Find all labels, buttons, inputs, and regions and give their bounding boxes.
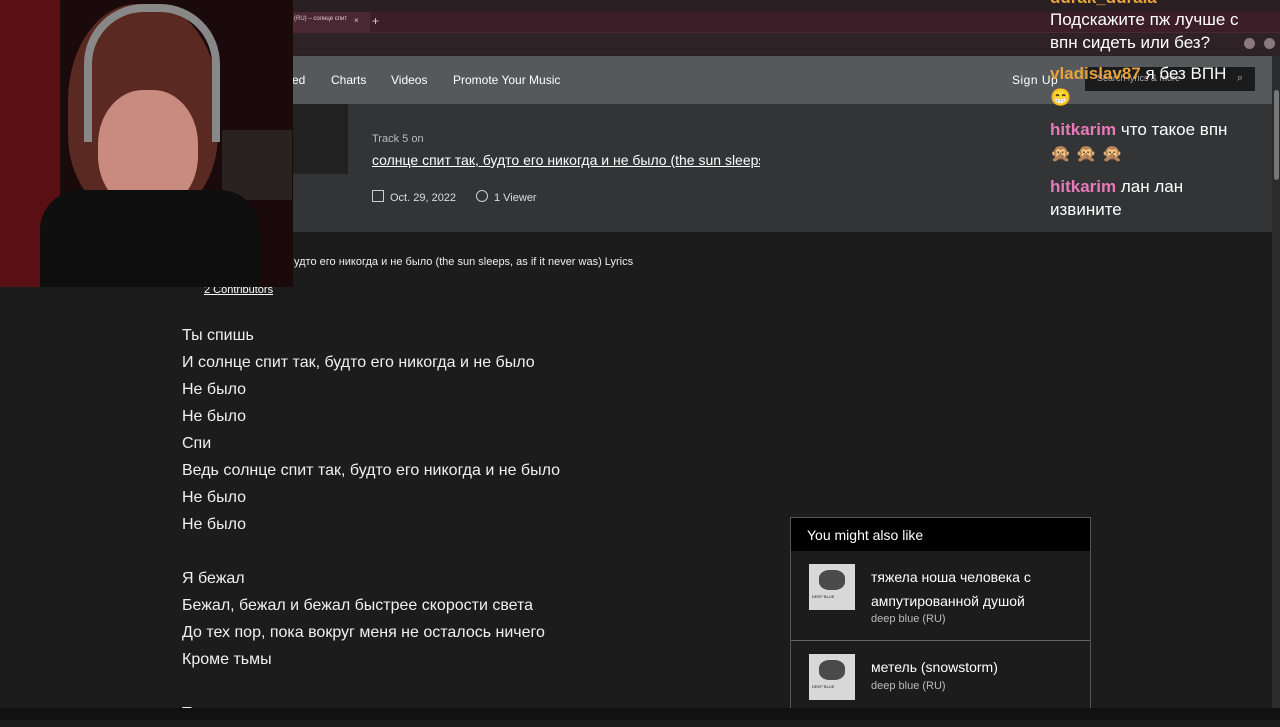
recommended-song-artist: deep blue (RU) (871, 680, 946, 692)
chat-text: я без ВПН (1140, 64, 1227, 83)
recommended-song-title: метель (snowstorm) (871, 659, 998, 675)
lyric-line[interactable]: Не было (182, 376, 560, 403)
lyric-line[interactable]: И солнце спит так, будто его никогда и н… (182, 349, 560, 376)
lyrics-body: Ты спишь И солнце спит так, будто его ни… (182, 322, 560, 727)
thumb-tag: DEEP BLUE (812, 684, 835, 689)
recommended-song-title: тяжела ноша человека с ампутированной ду… (871, 569, 1031, 609)
lyric-line[interactable]: Бежал, бежал и бежал быстрее скорости св… (182, 592, 560, 619)
song-thumbnail: DEEP BLUE (809, 564, 855, 610)
chat-message: durak_durala (1050, 0, 1157, 8)
clock-icon (476, 190, 488, 202)
also-like-header: You might also like (791, 518, 1090, 551)
chat-username: vladislav87 (1050, 64, 1141, 83)
chat-text: впн сидеть или без? (1050, 33, 1211, 52)
calendar-icon (372, 190, 384, 202)
bottom-bar (0, 708, 1280, 720)
webcam-overlay (0, 0, 293, 287)
chat-message: hitkarim что такое впн (1050, 120, 1227, 140)
tab-title: (RU) – солнце спит (294, 16, 348, 22)
song-title-link[interactable]: солнце спит так, будто его никогда и не … (372, 152, 760, 168)
chat-overlay: durak_durala Подскажите пж лучше с впн с… (1050, 0, 1280, 230)
also-like-title: You might also like (807, 527, 924, 543)
lyric-line[interactable]: Спи (182, 430, 560, 457)
viewer-count-text: 1 Viewer (494, 192, 537, 204)
lyrics-heading: удто его никогда и не было (the sun slee… (294, 256, 634, 268)
lyric-line[interactable]: До тех пор, пока вокруг меня не осталось… (182, 619, 560, 646)
lyric-line[interactable]: Кроме тьмы (182, 646, 560, 673)
new-tab-icon[interactable]: + (372, 14, 379, 28)
chat-username: hitkarim (1050, 177, 1117, 196)
chat-username: hitkarim (1050, 120, 1117, 139)
lyric-line[interactable]: Ведь солнце спит так, будто его никогда … (182, 457, 560, 484)
thumb-tag: DEEP BLUE (812, 594, 835, 599)
stanza-gap (182, 538, 560, 565)
lyric-line[interactable]: Не было (182, 403, 560, 430)
nav-item-featured[interactable]: ed (292, 73, 305, 87)
song-thumbnail: DEEP BLUE (809, 654, 855, 700)
release-date: Oct. 29, 2022 (372, 190, 456, 204)
chat-message: vladislav87 я без ВПН (1050, 64, 1226, 84)
chat-message: hitkarim лан лан (1050, 177, 1183, 197)
chat-text: извините (1050, 200, 1122, 219)
lyric-line[interactable]: Не было (182, 511, 560, 538)
recommended-song[interactable]: DEEP BLUE метель (snowstorm) deep blue (… (791, 642, 1090, 718)
recommended-song-artist: deep blue (RU) (871, 613, 946, 625)
chat-text: что такое впн (1116, 120, 1228, 139)
stanza-gap (182, 673, 560, 700)
nav-item-charts[interactable]: Charts (331, 73, 366, 87)
lyric-line[interactable]: Я бежал (182, 565, 560, 592)
lyric-line[interactable]: Ты спишь (182, 322, 560, 349)
close-tab-icon[interactable]: × (354, 16, 359, 25)
also-like-panel: You might also like DEEP BLUE тяжела нош… (790, 517, 1091, 719)
lyric-line[interactable]: Не было (182, 484, 560, 511)
nav-item-promote[interactable]: Promote Your Music (453, 73, 560, 87)
album-cover[interactable] (293, 104, 348, 174)
release-date-text: Oct. 29, 2022 (390, 192, 457, 204)
chat-message: 🙊 🙊 🙊 (1050, 144, 1123, 164)
nav-item-videos[interactable]: Videos (391, 73, 427, 87)
viewer-count: 1 Viewer (476, 190, 537, 204)
track-label: Track 5 on (372, 133, 424, 145)
chat-message: Подскажите пж лучше с (1050, 10, 1239, 30)
browser-tab[interactable]: (RU) – солнце спит × (292, 12, 370, 32)
chat-text: 🙊 🙊 🙊 (1050, 144, 1123, 163)
headset-icon (84, 4, 220, 142)
chat-text: 😁 (1050, 88, 1072, 107)
chat-message: впн сидеть или без? (1050, 33, 1210, 53)
chat-text: Подскажите пж лучше с (1050, 10, 1239, 29)
chat-message: 😁 (1050, 88, 1071, 108)
chat-message: извините (1050, 200, 1122, 220)
chat-text: лан лан (1116, 177, 1184, 196)
recommended-song[interactable]: DEEP BLUE тяжела ноша человека с ампутир… (791, 552, 1090, 640)
divider (791, 640, 1090, 641)
chat-username: durak_durala (1050, 0, 1157, 7)
